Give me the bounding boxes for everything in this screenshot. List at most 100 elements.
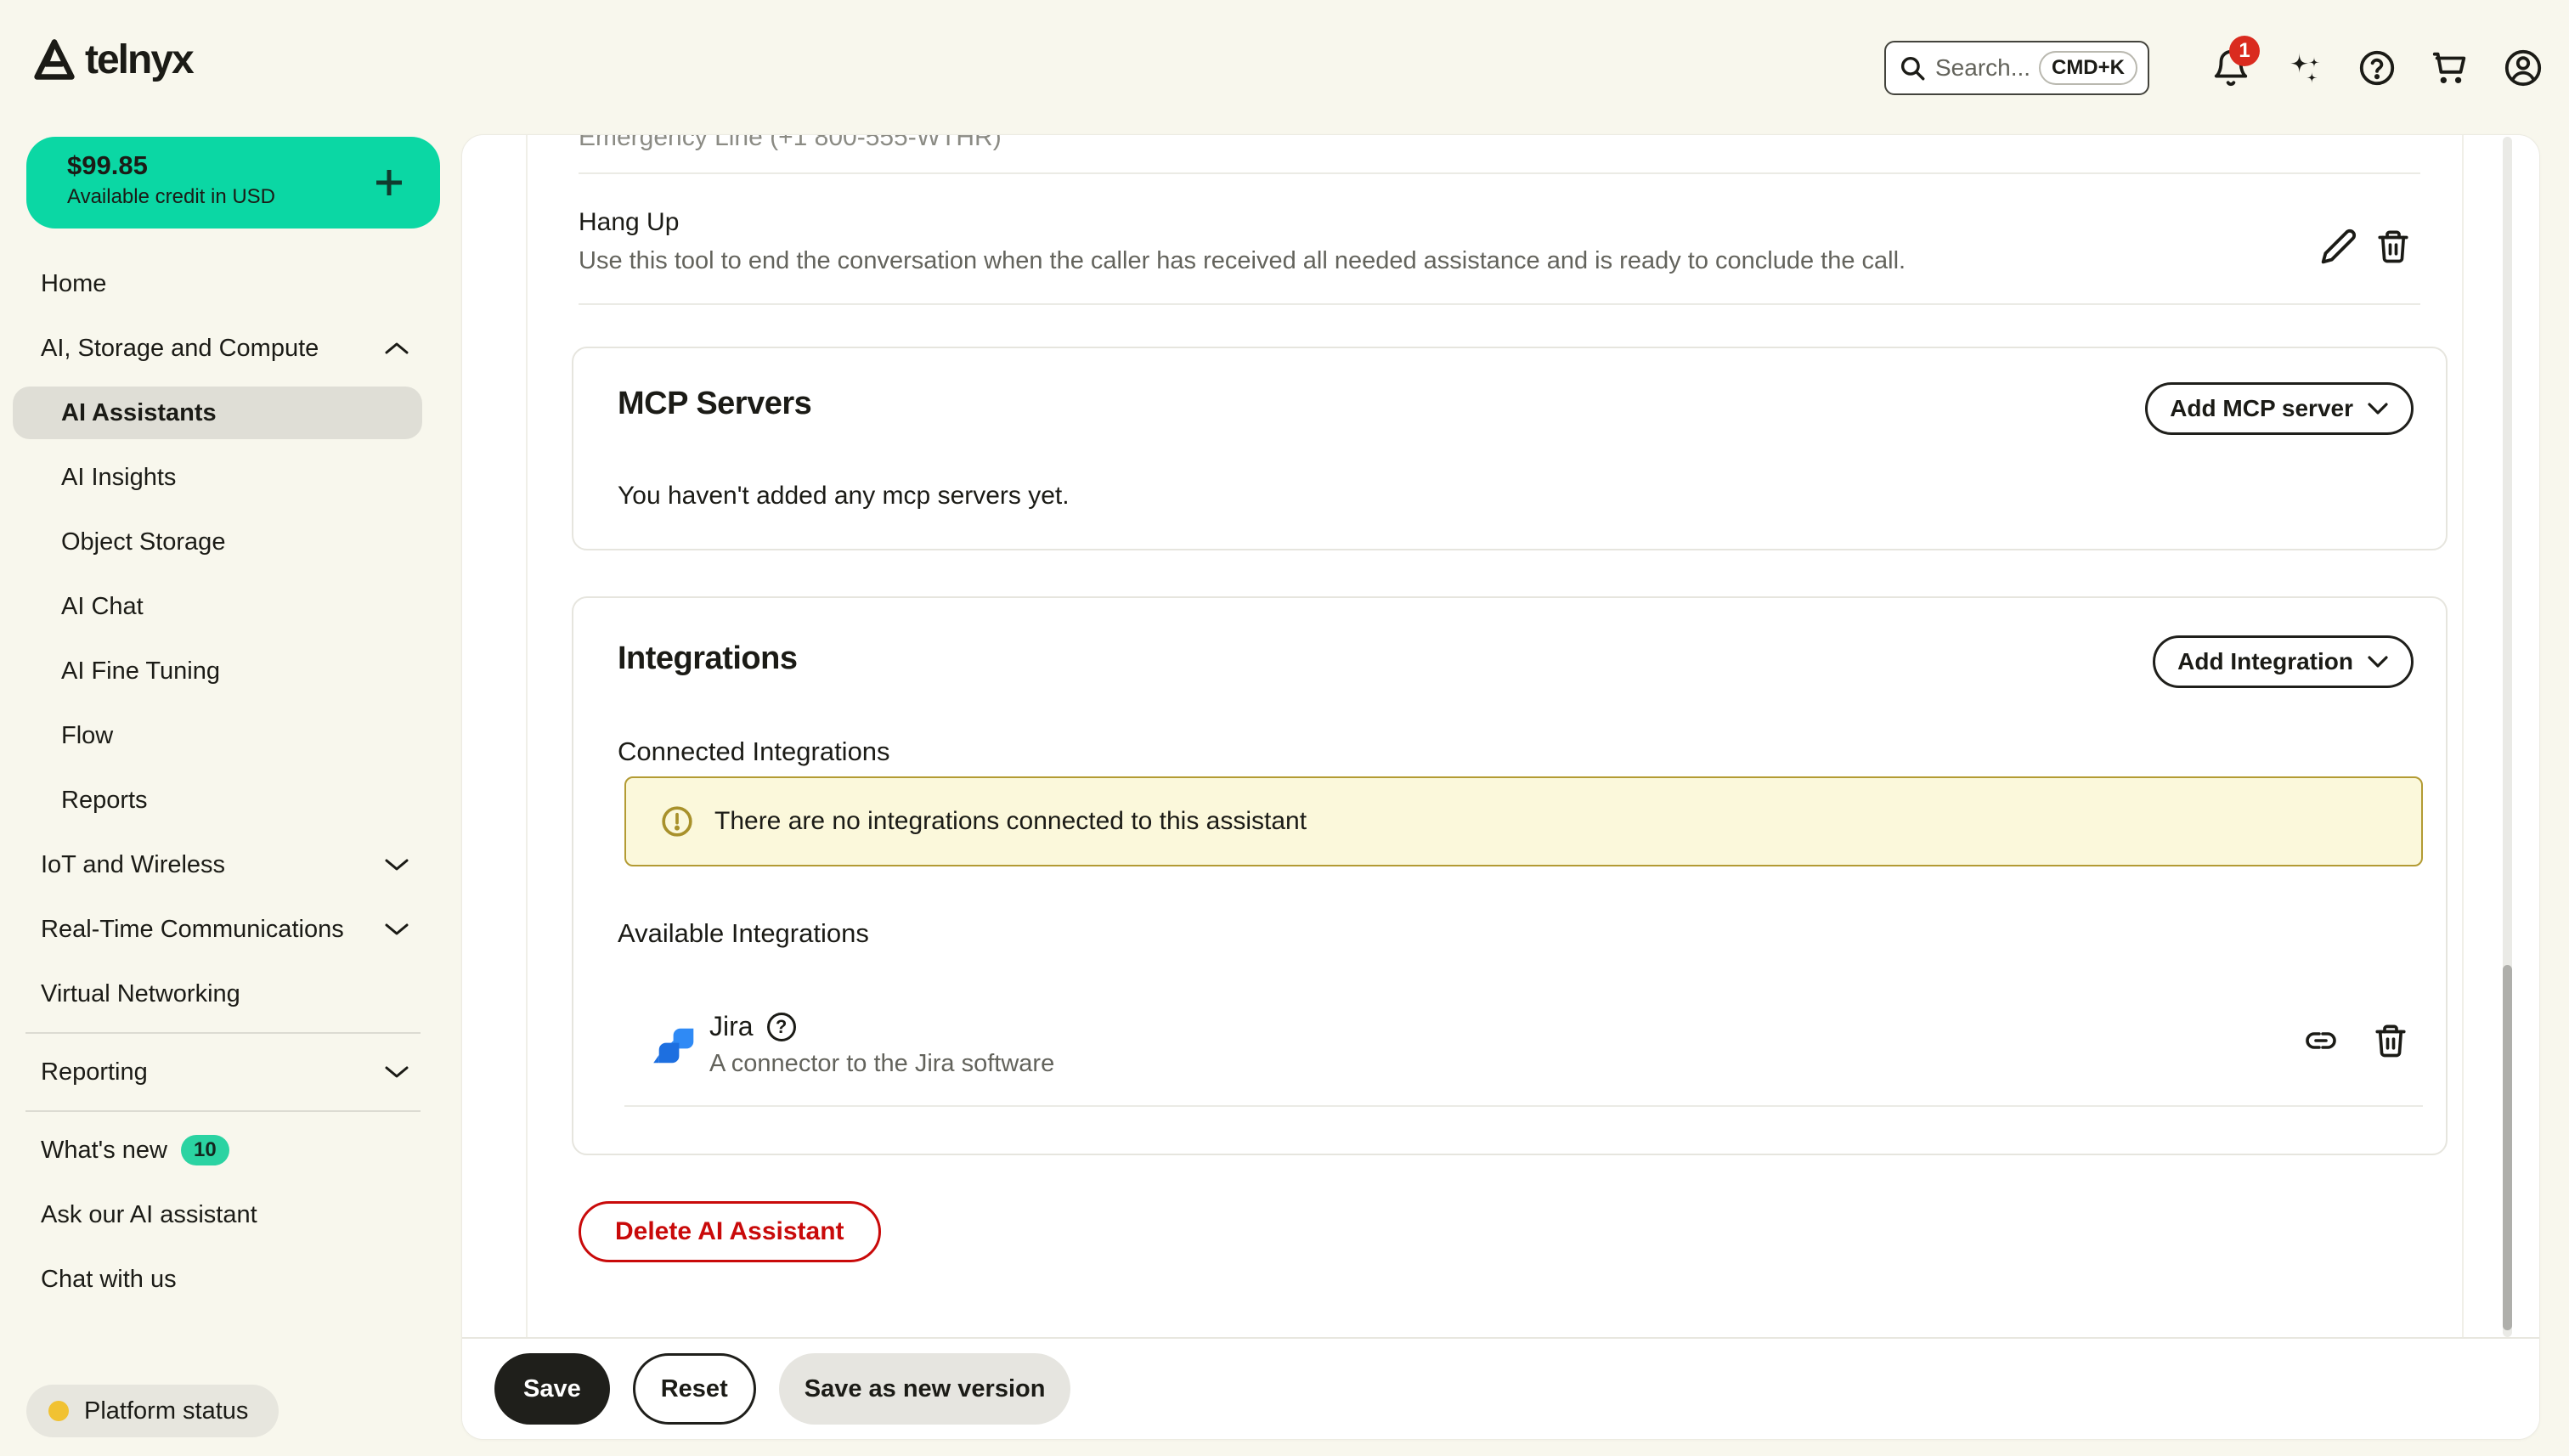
nav-label: Reporting <box>41 1058 148 1086</box>
inner-column-border-left <box>526 135 528 1337</box>
status-dot-icon <box>48 1401 69 1421</box>
platform-status-label: Platform status <box>84 1397 248 1425</box>
nav-label: AI Assistants <box>61 399 217 427</box>
mcp-empty-message: You haven't added any mcp servers yet. <box>618 482 1070 511</box>
help-button[interactable] <box>2355 46 2399 90</box>
row-divider <box>579 172 2420 174</box>
notification-badge: 1 <box>2229 36 2260 66</box>
row-divider <box>579 303 2420 305</box>
nav-label: AI Chat <box>61 593 144 621</box>
pencil-icon <box>2320 228 2357 265</box>
sidebar-item-ai-fine-tuning[interactable]: AI Fine Tuning <box>0 639 461 703</box>
integration-name: Jira <box>709 1011 754 1042</box>
delete-tool-button[interactable] <box>2374 227 2413 266</box>
mcp-servers-card: MCP Servers Add MCP server You haven't a… <box>572 347 2448 550</box>
sidebar-item-ai-insights[interactable]: AI Insights <box>0 445 461 510</box>
sidebar-divider <box>0 1104 461 1118</box>
nav-label: AI Insights <box>61 464 176 492</box>
integration-row-jira: Jira ? A connector to the Jira software <box>618 1009 2402 1108</box>
search-shortcut-badge: CMD+K <box>2039 51 2137 85</box>
add-integration-label: Add Integration <box>2177 648 2353 675</box>
avatar-icon <box>2503 48 2544 88</box>
assistant-editor-panel: Emergency Line (+1 800-555-WTHR) Hang Up… <box>461 134 2540 1440</box>
save-button[interactable]: Save <box>494 1353 610 1425</box>
account-button[interactable] <box>2501 46 2545 90</box>
nav-label: Chat with us <box>41 1266 177 1294</box>
link-icon <box>2302 1022 2340 1059</box>
sidebar-item-reports[interactable]: Reports <box>0 768 461 832</box>
sidebar-item-object-storage[interactable]: Object Storage <box>0 510 461 574</box>
credit-amount: $99.85 <box>67 150 409 181</box>
chevron-down-icon <box>383 922 410 937</box>
delete-integration-button[interactable] <box>2371 1021 2410 1060</box>
save-as-new-version-button[interactable]: Save as new version <box>779 1353 1071 1425</box>
tool-description: Use this tool to end the conversation wh… <box>579 247 1906 275</box>
available-credit-card[interactable]: $99.85 Available credit in USD <box>26 137 440 229</box>
integration-description: A connector to the Jira software <box>709 1050 1054 1078</box>
nav-label: AI Fine Tuning <box>61 657 220 686</box>
clipped-tool-name: Emergency Line (+1 800-555-WTHR) <box>579 135 1002 152</box>
integrations-card: Integrations Add Integration Connected I… <box>572 596 2448 1155</box>
warning-icon <box>660 804 694 838</box>
inner-column-border-right <box>2462 135 2464 1337</box>
no-integrations-warning: There are no integrations connected to t… <box>624 776 2423 866</box>
sidebar-group-iot-wireless[interactable]: IoT and Wireless <box>0 832 461 897</box>
sidebar-item-ai-chat[interactable]: AI Chat <box>0 574 461 639</box>
credit-label: Available credit in USD <box>67 185 409 209</box>
tool-name: Hang Up <box>579 208 679 237</box>
connected-integrations-heading: Connected Integrations <box>618 736 890 767</box>
scrollbar-track[interactable] <box>2503 137 2512 1337</box>
sidebar-item-ask-ai-assistant[interactable]: Ask our AI assistant <box>0 1182 461 1247</box>
search-input[interactable] <box>1935 54 2030 82</box>
cart-button[interactable] <box>2428 46 2472 90</box>
trash-icon <box>2373 1023 2408 1058</box>
nav-label: Real-Time Communications <box>41 916 344 944</box>
sidebar-item-chat-with-us[interactable]: Chat with us <box>0 1247 461 1312</box>
add-mcp-server-button[interactable]: Add MCP server <box>2145 382 2414 435</box>
connect-integration-button[interactable] <box>2301 1021 2340 1060</box>
nav-label: Flow <box>61 722 113 750</box>
topbar-actions: CMD+K 1 <box>1884 0 2545 136</box>
sidebar-item-flow[interactable]: Flow <box>0 703 461 768</box>
search-box[interactable]: CMD+K <box>1884 41 2149 95</box>
sidebar-group-reporting[interactable]: Reporting <box>0 1040 461 1104</box>
sidebar-divider <box>0 1026 461 1040</box>
chevron-down-icon <box>383 857 410 872</box>
chevron-down-icon <box>383 1064 410 1080</box>
sidebar: $99.85 Available credit in USD Home AI, … <box>0 0 461 1456</box>
sidebar-item-virtual-networking[interactable]: Virtual Networking <box>0 962 461 1026</box>
add-credit-plus-icon[interactable] <box>370 164 408 201</box>
notifications-button[interactable]: 1 <box>2209 46 2253 90</box>
nav-label: Ask our AI assistant <box>41 1201 257 1229</box>
jira-logo-icon <box>652 1021 701 1070</box>
integrations-title: Integrations <box>618 641 797 677</box>
platform-status-pill[interactable]: Platform status <box>26 1385 279 1437</box>
sidebar-item-whats-new[interactable]: What's new 10 <box>0 1118 461 1182</box>
reset-button[interactable]: Reset <box>633 1353 756 1425</box>
nav-label: Virtual Networking <box>41 980 240 1008</box>
nav-label: AI, Storage and Compute <box>41 335 319 363</box>
edit-tool-button[interactable] <box>2319 227 2358 266</box>
chevron-up-icon <box>383 341 410 356</box>
mcp-servers-title: MCP Servers <box>618 386 811 422</box>
sidebar-item-ai-assistants[interactable]: AI Assistants <box>13 387 422 439</box>
integration-row-divider <box>624 1105 2423 1107</box>
help-icon <box>2357 48 2397 87</box>
nav-label: IoT and Wireless <box>41 851 225 879</box>
available-integrations-heading: Available Integrations <box>618 918 869 949</box>
cart-icon <box>2431 48 2470 87</box>
scrollbar-thumb[interactable] <box>2503 965 2512 1330</box>
ai-features-button[interactable] <box>2282 46 2326 90</box>
add-integration-button[interactable]: Add Integration <box>2153 635 2414 688</box>
add-mcp-server-label: Add MCP server <box>2170 395 2353 422</box>
nav-label: What's new <box>41 1137 167 1165</box>
delete-ai-assistant-button[interactable]: Delete AI Assistant <box>579 1201 881 1262</box>
sidebar-item-home[interactable]: Home <box>0 251 461 316</box>
nav-label: Reports <box>61 787 148 815</box>
sidebar-group-real-time-communications[interactable]: Real-Time Communications <box>0 897 461 962</box>
sidebar-group-ai-storage-compute[interactable]: AI, Storage and Compute <box>0 316 461 381</box>
sparkles-icon <box>2284 48 2324 88</box>
info-question-icon[interactable]: ? <box>767 1013 796 1041</box>
trash-icon <box>2375 229 2411 264</box>
nav-label: Home <box>41 270 106 298</box>
